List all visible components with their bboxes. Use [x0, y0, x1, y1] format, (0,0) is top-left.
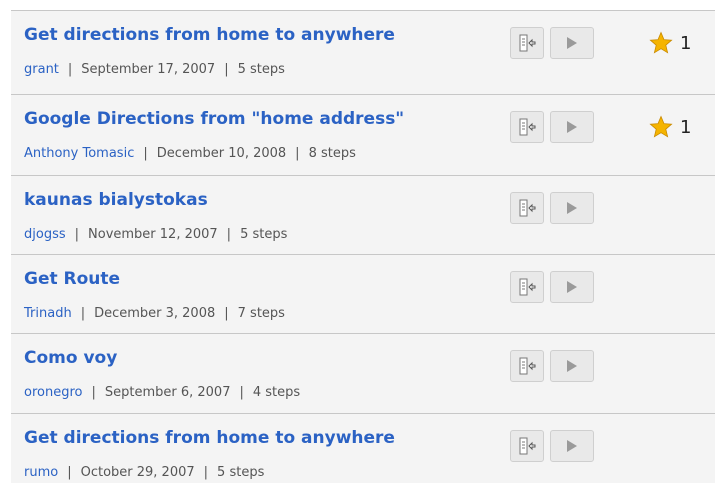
script-meta: Anthony Tomasic | December 10, 2008 | 8 step… — [24, 146, 356, 161]
author-link[interactable]: grant — [24, 62, 59, 77]
script-title-link[interactable]: Get directions from home to anywhere — [24, 25, 395, 45]
open-script-button[interactable] — [510, 27, 544, 59]
open-in-sidebar-icon — [519, 437, 536, 455]
meta-separator: | — [239, 385, 244, 400]
meta-separator: | — [224, 306, 229, 321]
rating: 1 — [649, 115, 691, 139]
script-meta: Trinadh | December 3, 2008 | 7 steps — [24, 306, 285, 321]
meta-separator: | — [67, 465, 72, 480]
script-date: September 6, 2007 — [104, 385, 231, 400]
list-item: Get directions from home to anywhere rum… — [11, 414, 715, 483]
open-in-sidebar-icon — [519, 278, 536, 296]
meta-separator: | — [203, 465, 209, 480]
list-item: kaunas bialystokas djogss | November 12, 2… — [11, 176, 715, 255]
script-title-link[interactable]: Get Route — [24, 269, 120, 289]
play-icon — [567, 281, 577, 293]
meta-separator: | — [91, 385, 96, 400]
author-link[interactable]: djogss — [24, 227, 66, 242]
list-item: Get Route Trinadh | December 3, 2008 | 7 ste… — [11, 255, 715, 334]
script-steps: 7 steps — [237, 306, 285, 321]
script-title-link[interactable]: Como voy — [24, 348, 117, 368]
script-date: December 3, 2008 — [94, 306, 216, 321]
script-meta: djogss | November 12, 2007 | 5 steps — [24, 227, 287, 242]
author-link[interactable]: Anthony Tomasic — [24, 146, 134, 161]
open-script-button[interactable] — [510, 350, 544, 382]
play-icon — [567, 360, 577, 372]
open-script-button[interactable] — [510, 192, 544, 224]
script-title-link[interactable]: kaunas bialystokas — [24, 190, 208, 210]
rating: 1 — [649, 31, 691, 55]
play-icon — [567, 440, 577, 452]
meta-separator: | — [226, 227, 232, 242]
meta-separator: | — [74, 227, 80, 242]
script-title-link[interactable]: Google Directions from "home address" — [24, 109, 404, 129]
script-date: November 12, 2007 — [88, 227, 218, 242]
meta-separator: | — [67, 62, 73, 77]
script-date: December 10, 2008 — [156, 146, 287, 161]
meta-separator: | — [224, 62, 229, 77]
script-steps: 5 steps — [240, 227, 288, 242]
author-link[interactable]: Trinadh — [24, 306, 72, 321]
rating-count: 1 — [680, 32, 692, 54]
star-icon — [649, 31, 673, 54]
open-script-button[interactable] — [510, 271, 544, 303]
meta-separator: | — [143, 146, 148, 161]
script-steps: 5 steps — [237, 62, 285, 77]
script-steps: 8 steps — [308, 146, 356, 161]
script-date: October 29, 2007 — [80, 465, 195, 480]
author-link[interactable]: oronegro — [24, 385, 82, 400]
run-script-button[interactable] — [550, 350, 594, 382]
run-script-button[interactable] — [550, 111, 594, 143]
list-item: Google Directions from "home address" An… — [11, 95, 715, 176]
play-icon — [567, 121, 577, 133]
star-icon — [649, 115, 673, 138]
run-script-button[interactable] — [550, 271, 594, 303]
open-in-sidebar-icon — [519, 118, 536, 136]
script-steps: 5 steps — [217, 465, 265, 480]
meta-separator: | — [295, 146, 300, 161]
open-in-sidebar-icon — [519, 34, 536, 52]
play-icon — [567, 37, 577, 49]
script-meta: grant | September 17, 2007 | 5 steps — [24, 62, 285, 77]
script-meta: oronegro | September 6, 2007 | 4 steps — [24, 385, 300, 400]
list-item: Como voy oronegro | September 6, 2007 | 4 st… — [11, 334, 715, 414]
open-in-sidebar-icon — [519, 357, 536, 375]
play-icon — [567, 202, 577, 214]
run-script-button[interactable] — [550, 27, 594, 59]
script-title-link[interactable]: Get directions from home to anywhere — [24, 428, 395, 448]
author-link[interactable]: rumo — [24, 465, 58, 480]
script-meta: rumo | October 29, 2007 | 5 steps — [24, 465, 264, 480]
open-script-button[interactable] — [510, 430, 544, 462]
open-script-button[interactable] — [510, 111, 544, 143]
run-script-button[interactable] — [550, 192, 594, 224]
open-in-sidebar-icon — [519, 199, 536, 217]
script-date: September 17, 2007 — [81, 62, 216, 77]
list-item: Get directions from home to anywhere gra… — [11, 11, 715, 95]
run-script-button[interactable] — [550, 430, 594, 462]
rating-count: 1 — [680, 116, 692, 138]
script-steps: 4 steps — [252, 385, 301, 400]
meta-separator: | — [80, 306, 86, 321]
script-list: Get directions from home to anywhere gra… — [11, 11, 715, 483]
